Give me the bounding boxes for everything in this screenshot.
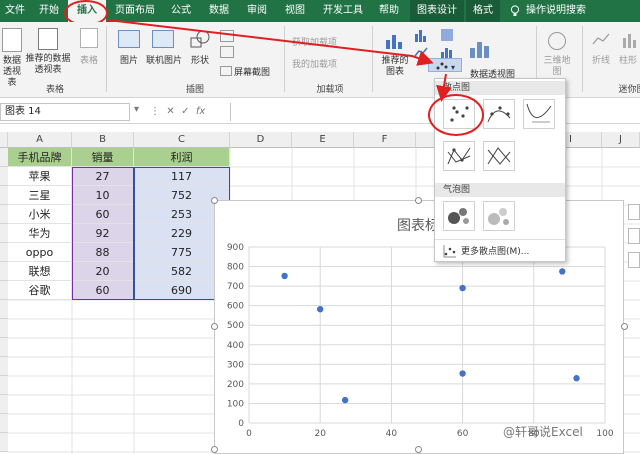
excel-window: 文件 开始 插入 页面布局 公式 数据 审阅 视图 开发工具 帮助 图表设计 格… — [0, 0, 640, 454]
annotation-arrows — [107, 19, 452, 102]
arrow-to-scatter-option — [436, 73, 452, 102]
arrow-to-scatter-button — [107, 19, 434, 66]
